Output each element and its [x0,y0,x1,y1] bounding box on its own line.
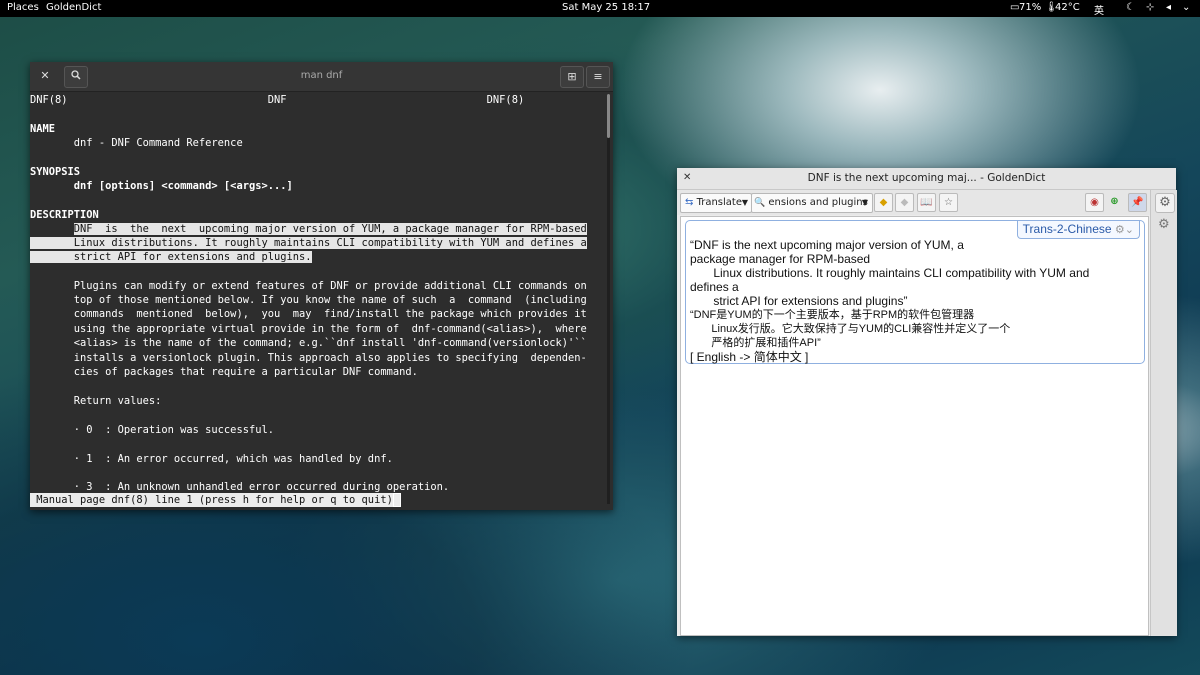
section-synopsis-heading: SYNOPSIS [30,166,81,178]
side-panel: ⚙ ⚙ [1150,190,1177,636]
man-line: Plugins can modify or extend features of… [30,280,587,292]
top-bar: Places GoldenDict Sat May 25 18:17 ▭ 71%… [0,0,1200,17]
places-menu[interactable]: Places [7,2,39,13]
dictionary-book-icon[interactable]: 📖 [917,193,936,212]
article-line: Linux发行版。它大致保持了与YUM的CLI兼容性并定义了一个 [690,323,1011,335]
goldendict-window: ✕ DNF is the next upcoming maj... - Gold… [677,168,1177,636]
search-text: ensions and plugins [768,197,868,208]
man-line: cies of packages that require a particul… [30,366,418,378]
selected-line: strict API for extensions and plugins. [30,251,312,263]
volume-icon[interactable]: ◂ [1166,2,1171,13]
terminal-title: man dnf [300,70,343,81]
new-tab-icon[interactable]: ⊞ [560,66,584,88]
article-view[interactable]: Trans-2-Chinese ⚙⌄ “DNF is the next upco… [680,216,1149,636]
translate-label: Translate [696,197,742,208]
article-line: [ English -> 简体中文 ] [690,350,809,364]
forward-icon[interactable]: ◆ [895,193,914,212]
man-line: commands mentioned below), you may find/… [30,308,587,320]
terminal-scrollbar[interactable] [607,94,610,504]
chevron-down-icon: ▼ [741,198,748,207]
terminal-output[interactable]: DNF(8) DNF DNF(8) NAME dnf - DNF Command… [30,91,605,510]
article-line: strict API for extensions and plugins” [690,294,908,308]
input-method[interactable]: 英 [1094,2,1104,17]
man-line: · 1 : An error occurred, which was handl… [30,453,393,465]
pager-status-text: Manual page dnf(8) line 1 (press h for h… [30,494,393,506]
article-line: defines a [690,280,739,294]
pin-icon[interactable]: 📌 [1128,193,1147,212]
article-line: 严格的扩展和插件API” [690,337,821,349]
temperature: 42°C [1055,2,1080,13]
synopsis-line: dnf [options] <command> [<args>...] [30,180,293,192]
clock[interactable]: Sat May 25 18:17 [562,2,650,13]
article-line: package manager for RPM-based [690,252,871,266]
search-icon: 🔍 [754,198,766,208]
chevron-down-icon: ▼ [861,198,868,207]
translate-button[interactable]: ⇆ Translate ▼ [680,193,752,213]
man-line: top of those mentioned below. If you kno… [30,294,587,306]
network-icon[interactable]: ⊹ [1146,2,1154,13]
dictionary-article: Trans-2-Chinese ⚙⌄ “DNF is the next upco… [685,220,1145,364]
menu-icon[interactable]: ≡ [586,66,610,88]
back-icon[interactable]: ◆ [874,193,893,212]
article-line: “DNF是YUM的下一个主要版本，基于RPM的软件包管理器 [690,309,975,321]
man-line: installs a versionlock plugin. This appr… [30,352,587,364]
man-line: · 0 : Operation was successful. [30,424,274,436]
man-line: <alias> is the name of the command; e.g.… [30,337,587,349]
section-description-heading: DESCRIPTION [30,209,99,221]
translate-icon: ⇆ [685,197,694,208]
battery-level: 71% [1019,2,1042,13]
section-name-heading: NAME [30,123,56,135]
night-mode-icon[interactable]: ☾ [1126,2,1135,13]
terminal-window: ✕ man dnf ⊞ ≡ DNF(8) DNF DNF(8) NAME dnf… [30,62,613,510]
window-title: DNF is the next upcoming maj... - Golden… [807,172,1046,184]
dictionaries-icon[interactable]: ◉ [1085,193,1104,212]
man-line: using the appropriate virtual provide in… [30,323,587,335]
scrollbar-thumb[interactable] [607,94,610,138]
star-icon[interactable]: ☆ [939,193,958,212]
app-menu[interactable]: GoldenDict [46,2,101,13]
cursor [392,493,401,507]
article-line: Linux distributions. It roughly maintain… [690,266,1090,280]
man-header-line: DNF(8) DNF DNF(8) [30,94,525,106]
goldendict-titlebar: ✕ DNF is the next upcoming maj... - Gold… [677,168,1176,190]
search-input[interactable]: 🔍 ensions and plugins ▼ [751,193,873,213]
pager-status-line: Manual page dnf(8) line 1 (press h for h… [30,493,401,507]
settings-gear-icon[interactable]: ⚙ [1155,193,1175,213]
selected-line: Linux distributions. It roughly maintain… [30,237,587,249]
selected-line: DNF is the next upcoming major version o… [73,223,587,235]
dictionary-gear-icon: ⚙⌄ [1114,224,1134,236]
goldendict-toolbar: ⇆ Translate ▼ 🔍 ensions and plugins ▼ ◆ … [677,190,1176,215]
man-line: Return values: [30,395,162,407]
man-line: · 3 : An unknown unhandled error occurre… [30,481,450,493]
dictionary-tag[interactable]: Trans-2-Chinese ⚙⌄ [1016,221,1140,239]
article-line: “DNF is the next upcoming major version … [690,238,964,252]
settings-gear-icon[interactable]: ⚙ [1158,217,1170,232]
terminal-header: ✕ man dnf ⊞ ≡ [30,62,613,92]
add-icon[interactable]: ⊕ [1106,193,1123,210]
dictionary-name: Trans-2-Chinese [1022,222,1112,236]
power-menu-icon[interactable]: ⌄ [1182,2,1190,13]
man-line: dnf - DNF Command Reference [30,137,243,149]
